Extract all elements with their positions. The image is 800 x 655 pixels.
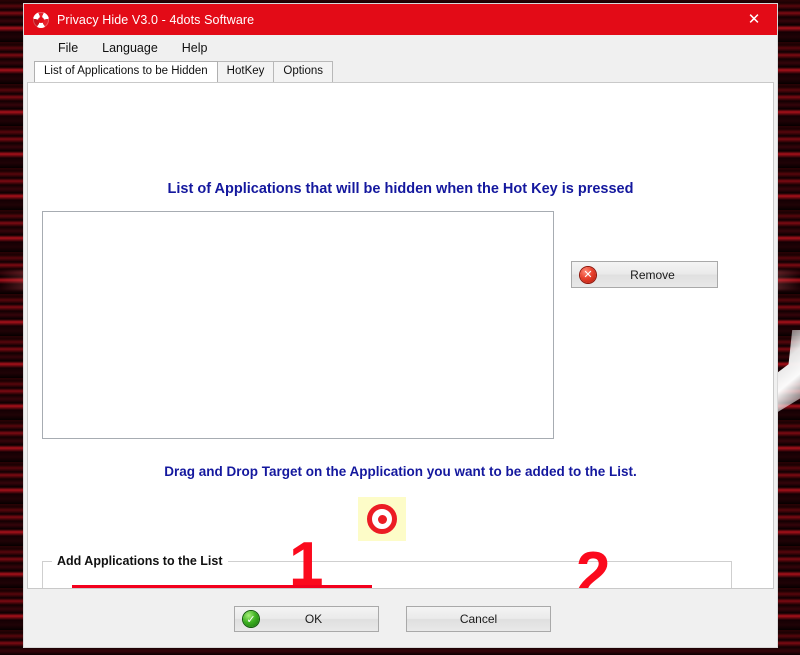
tab-list-of-applications[interactable]: List of Applications to be Hidden bbox=[34, 61, 218, 82]
ok-button[interactable]: ✓ OK bbox=[234, 606, 379, 632]
applications-listbox[interactable] bbox=[42, 211, 554, 439]
close-icon[interactable]: ✕ bbox=[731, 4, 777, 35]
annotation-number-1: 1 bbox=[289, 530, 324, 589]
app-logo-icon bbox=[33, 11, 49, 28]
menu-item-file[interactable]: File bbox=[46, 38, 90, 58]
remove-circle-icon: ✕ bbox=[580, 266, 596, 283]
menu-item-language[interactable]: Language bbox=[90, 38, 170, 58]
title-bar: Privacy Hide V3.0 - 4dots Software ✕ bbox=[24, 4, 777, 35]
cancel-button[interactable]: Cancel bbox=[406, 606, 551, 632]
desktop-background: Privacy Hide V3.0 - 4dots Software ✕ Fil… bbox=[0, 0, 800, 655]
window-title: Privacy Hide V3.0 - 4dots Software bbox=[57, 12, 255, 27]
dialog-footer: ✓ OK Cancel bbox=[24, 589, 777, 647]
menu-item-help[interactable]: Help bbox=[170, 38, 220, 58]
menu-bar: File Language Help bbox=[24, 35, 777, 61]
drag-drop-instruction: Drag and Drop Target on the Application … bbox=[164, 464, 637, 479]
add-applications-groupbox-title: Add Applications to the List bbox=[52, 554, 228, 568]
tab-options[interactable]: Options bbox=[273, 61, 334, 82]
remove-button-label: Remove bbox=[630, 267, 675, 282]
tab-hotkey[interactable]: HotKey bbox=[216, 61, 275, 82]
cancel-button-label: Cancel bbox=[459, 612, 498, 626]
tab-panel-content: List of Applications that will be hidden… bbox=[27, 82, 774, 589]
bullseye-target-icon[interactable] bbox=[358, 497, 406, 541]
tab-strip: List of Applications to be Hidden HotKey… bbox=[24, 61, 777, 82]
page-title: List of Applications that will be hidden… bbox=[167, 181, 634, 197]
check-circle-icon: ✓ bbox=[243, 611, 259, 627]
application-window: Privacy Hide V3.0 - 4dots Software ✕ Fil… bbox=[23, 3, 778, 648]
remove-button[interactable]: ✕ Remove bbox=[571, 261, 718, 288]
annotation-number-2: 2 bbox=[576, 540, 611, 589]
ok-button-label: OK bbox=[304, 612, 323, 626]
